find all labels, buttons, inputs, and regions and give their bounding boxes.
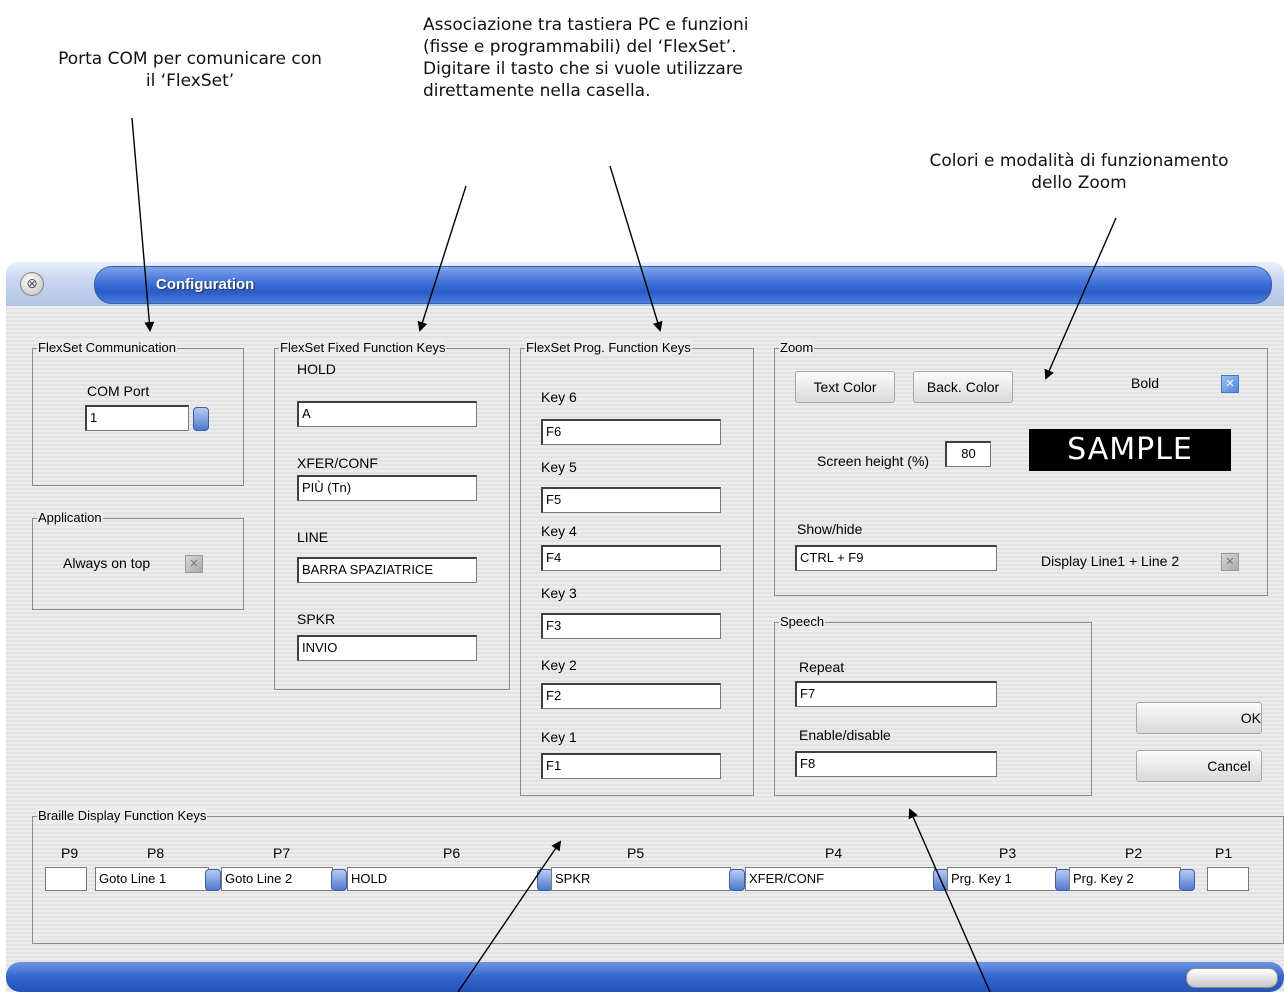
fixed-keys-group: FlexSet Fixed Function Keys HOLD A XFER/… bbox=[274, 340, 510, 690]
display-lines-checkbox[interactable]: ✕ bbox=[1221, 553, 1239, 571]
xfer-conf-input[interactable]: PIÙ (Tn) bbox=[297, 475, 477, 501]
key2-input[interactable]: F2 bbox=[541, 683, 721, 709]
communication-group: FlexSet Communication COM Port 1 bbox=[32, 340, 244, 486]
p6-combo[interactable]: HOLD bbox=[347, 867, 541, 891]
hold-input[interactable]: A bbox=[297, 401, 477, 427]
p9-combo[interactable] bbox=[45, 867, 87, 891]
enable-disable-label: Enable/disable bbox=[799, 727, 891, 743]
key6-input[interactable]: F6 bbox=[541, 419, 721, 445]
p5-combo[interactable]: SPKR bbox=[551, 867, 731, 891]
back-color-button[interactable]: Back. Color bbox=[913, 371, 1013, 403]
line-input[interactable]: BARRA SPAZIATRICE bbox=[297, 557, 477, 583]
annotation-line: dello Zoom bbox=[1031, 173, 1127, 193]
zoom-group-label: Zoom bbox=[779, 340, 815, 355]
hold-label: HOLD bbox=[297, 361, 336, 377]
annotation-line: Porta COM per comunicare con bbox=[58, 49, 322, 69]
key2-label: Key 2 bbox=[541, 657, 577, 673]
p2-combo[interactable]: Prg. Key 2 bbox=[1069, 867, 1181, 891]
show-hide-label: Show/hide bbox=[797, 521, 863, 537]
xfer-conf-label: XFER/CONF bbox=[297, 455, 378, 471]
com-port-input[interactable]: 1 bbox=[85, 405, 189, 431]
always-on-top-checkbox[interactable]: ✕ bbox=[185, 555, 203, 573]
p1-combo[interactable] bbox=[1207, 867, 1249, 891]
spkr-label: SPKR bbox=[297, 611, 336, 627]
show-hide-input[interactable]: CTRL + F9 bbox=[795, 545, 997, 571]
communication-group-label: FlexSet Communication bbox=[37, 340, 177, 355]
line-label: LINE bbox=[297, 529, 329, 545]
screen-height-label: Screen height (%) bbox=[817, 453, 930, 469]
annotation-line: Colori e modalità di funzionamento bbox=[929, 151, 1229, 171]
bottom-bar bbox=[6, 962, 1284, 992]
keys-annotation: Associazione tra tastiera PC e funzioni … bbox=[423, 14, 748, 102]
close-icon[interactable]: ⊗ bbox=[20, 272, 44, 296]
speech-group: Speech Repeat F7 Enable/disable F8 bbox=[774, 614, 1092, 796]
repeat-label: Repeat bbox=[799, 659, 845, 675]
application-group-label: Application bbox=[37, 510, 103, 525]
enable-disable-input[interactable]: F8 bbox=[795, 751, 997, 777]
bold-label: Bold bbox=[1131, 375, 1160, 391]
key1-label: Key 1 bbox=[541, 729, 577, 745]
p9-label: P9 bbox=[61, 845, 79, 861]
zoom-sample-preview: SAMPLE bbox=[1029, 429, 1231, 471]
ok-button[interactable]: OK bbox=[1136, 702, 1262, 734]
braille-group-label: Braille Display Function Keys bbox=[37, 808, 208, 823]
p8-dropdown-icon[interactable] bbox=[205, 869, 221, 891]
key1-input[interactable]: F1 bbox=[541, 753, 721, 779]
p3-label: P3 bbox=[999, 845, 1017, 861]
p5-label: P5 bbox=[627, 845, 645, 861]
p5-dropdown-icon[interactable] bbox=[729, 869, 745, 891]
com-port-annotation: Porta COM per comunicare con il ‘FlexSet… bbox=[30, 48, 350, 92]
speech-group-label: Speech bbox=[779, 614, 826, 629]
key3-input[interactable]: F3 bbox=[541, 613, 721, 639]
p4-label: P4 bbox=[825, 845, 843, 861]
key4-label: Key 4 bbox=[541, 523, 577, 539]
text-color-button[interactable]: Text Color bbox=[795, 371, 895, 403]
p8-label: P8 bbox=[147, 845, 165, 861]
key3-label: Key 3 bbox=[541, 585, 577, 601]
fixed-keys-group-label: FlexSet Fixed Function Keys bbox=[279, 340, 447, 355]
key4-input[interactable]: F4 bbox=[541, 545, 721, 571]
zoom-annotation: Colori e modalità di funzionamento dello… bbox=[886, 150, 1272, 194]
annotation-line: direttamente nella casella. bbox=[423, 81, 651, 101]
com-port-spin-icon[interactable] bbox=[193, 407, 209, 431]
window-title: Configuration bbox=[156, 276, 255, 293]
p4-combo[interactable]: XFER/CONF bbox=[745, 867, 935, 891]
configuration-window: ⊗ Configuration FlexSet Communication CO… bbox=[6, 262, 1284, 992]
annotation-line: Digitare il tasto che si vuole utilizzar… bbox=[423, 59, 743, 79]
prog-keys-group-label: FlexSet Prog. Function Keys bbox=[525, 340, 692, 355]
p7-combo[interactable]: Goto Line 2 bbox=[221, 867, 333, 891]
title-bar[interactable]: ⊗ Configuration bbox=[6, 262, 1284, 306]
p6-label: P6 bbox=[443, 845, 461, 861]
p7-label: P7 bbox=[273, 845, 291, 861]
braille-group: Braille Display Function Keys P9 P8 Goto… bbox=[32, 808, 1284, 944]
p2-dropdown-icon[interactable] bbox=[1179, 869, 1195, 891]
screen-height-input[interactable]: 80 bbox=[945, 441, 991, 467]
key5-label: Key 5 bbox=[541, 459, 577, 475]
title-bar-pill bbox=[94, 266, 1272, 304]
annotation-line: il ‘FlexSet’ bbox=[145, 71, 235, 91]
p2-label: P2 bbox=[1125, 845, 1143, 861]
p3-combo[interactable]: Prg. Key 1 bbox=[947, 867, 1057, 891]
bold-checkbox[interactable]: ✕ bbox=[1221, 375, 1239, 393]
p8-combo[interactable]: Goto Line 1 bbox=[95, 867, 209, 891]
key5-input[interactable]: F5 bbox=[541, 487, 721, 513]
key6-label: Key 6 bbox=[541, 389, 577, 405]
resize-knob[interactable] bbox=[1186, 968, 1278, 988]
repeat-input[interactable]: F7 bbox=[795, 681, 997, 707]
prog-keys-group: FlexSet Prog. Function Keys Key 6 F6 Key… bbox=[520, 340, 754, 796]
com-port-label: COM Port bbox=[87, 383, 150, 399]
p1-label: P1 bbox=[1215, 845, 1233, 861]
annotation-line: (fisse e programmabili) del ‘FlexSet’. bbox=[423, 37, 737, 57]
display-lines-label: Display Line1 + Line 2 bbox=[1041, 553, 1180, 569]
cancel-button[interactable]: Cancel bbox=[1136, 750, 1262, 782]
always-on-top-label: Always on top bbox=[63, 555, 151, 571]
spkr-input[interactable]: INVIO bbox=[297, 635, 477, 661]
application-group: Application Always on top ✕ bbox=[32, 510, 244, 610]
zoom-group: Zoom Text Color Back. Color Bold ✕ Scree… bbox=[774, 340, 1268, 596]
annotation-line: Associazione tra tastiera PC e funzioni bbox=[423, 15, 749, 35]
p7-dropdown-icon[interactable] bbox=[331, 869, 347, 891]
